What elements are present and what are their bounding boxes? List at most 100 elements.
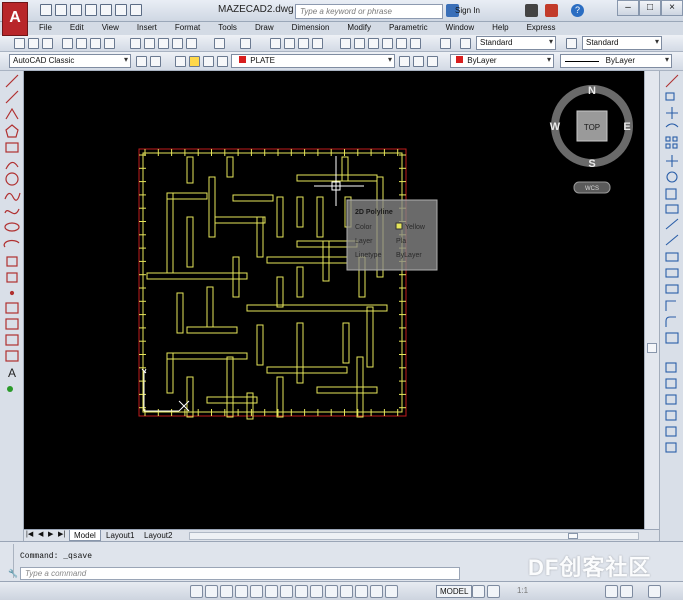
undo-icon[interactable] (115, 4, 127, 16)
quick-properties-icon[interactable] (370, 585, 383, 598)
menu-view[interactable]: View (93, 22, 128, 35)
bulb-icon[interactable] (175, 56, 186, 67)
tab-nav-prev-icon[interactable]: ◀ (38, 530, 43, 538)
undo-icon[interactable] (214, 38, 225, 49)
dynamic-ucs-icon[interactable] (310, 585, 323, 598)
wrench-icon[interactable]: 🔧 (8, 569, 18, 578)
help-icon[interactable] (440, 38, 451, 49)
grid-display-icon[interactable] (220, 585, 233, 598)
tool-palettes-icon[interactable] (368, 38, 379, 49)
text-style-select[interactable]: Standard (476, 36, 556, 50)
menu-modify[interactable]: Modify (338, 22, 380, 35)
quick-view-drawings-icon[interactable] (487, 585, 500, 598)
menu-format[interactable]: Format (166, 22, 209, 35)
search-input[interactable]: Type a keyword or phrase (295, 4, 443, 19)
annotation-scale[interactable]: 1:1 (517, 586, 528, 595)
redo-icon[interactable] (240, 38, 251, 49)
paste-icon[interactable] (158, 38, 169, 49)
scroll-thumb[interactable] (647, 343, 657, 353)
zoom-window-icon[interactable] (298, 38, 309, 49)
block-editor-icon[interactable] (186, 38, 197, 49)
menu-tools[interactable]: Tools (209, 22, 246, 35)
layer-states-icon[interactable] (427, 56, 438, 67)
tab-layout1[interactable]: Layout1 (102, 530, 138, 541)
close-button[interactable]: × (661, 0, 683, 16)
open-icon[interactable] (28, 38, 39, 49)
save-icon[interactable] (42, 38, 53, 49)
linetype-select[interactable]: ByLayer (560, 54, 672, 68)
design-center-icon[interactable] (354, 38, 365, 49)
dynamic-input-icon[interactable] (325, 585, 338, 598)
save-as-icon[interactable] (85, 4, 97, 16)
quickcalc-icon[interactable] (410, 38, 421, 49)
3d-dwf-icon[interactable] (104, 38, 115, 49)
object-snap-icon[interactable] (265, 585, 278, 598)
lineweight-icon[interactable] (340, 585, 353, 598)
menu-help[interactable]: Help (483, 22, 517, 35)
make-layer-current-icon[interactable] (399, 56, 410, 67)
plot-icon[interactable] (100, 4, 112, 16)
menu-edit[interactable]: Edit (61, 22, 93, 35)
menu-insert[interactable]: Insert (128, 22, 166, 35)
cut-icon[interactable] (130, 38, 141, 49)
toolbar-lock-icon[interactable] (620, 585, 633, 598)
layer-previous-icon[interactable] (413, 56, 424, 67)
tab-nav-next-icon[interactable]: ▶ (48, 530, 53, 538)
object-snap-tracking-icon[interactable] (295, 585, 308, 598)
polar-tracking-icon[interactable] (250, 585, 263, 598)
copy-icon[interactable] (144, 38, 155, 49)
ortho-mode-icon[interactable] (235, 585, 248, 598)
quick-view-layouts-icon[interactable] (472, 585, 485, 598)
zoom-previous-icon[interactable] (312, 38, 323, 49)
infer-constraints-icon[interactable] (190, 585, 203, 598)
sheet-set-icon[interactable] (382, 38, 393, 49)
zoom-realtime-icon[interactable] (284, 38, 295, 49)
workspace-select[interactable]: AutoCAD Classic (9, 54, 131, 68)
gear-icon[interactable] (136, 56, 147, 67)
tab-nav-first-icon[interactable]: |◀ (26, 530, 33, 538)
properties-icon[interactable] (340, 38, 351, 49)
layer-manager-icon[interactable] (150, 56, 161, 67)
tab-nav-last-icon[interactable]: ▶| (58, 530, 65, 538)
hscroll-thumb[interactable] (568, 533, 578, 539)
open-icon[interactable] (55, 4, 67, 16)
help-icon[interactable]: ? (571, 4, 584, 17)
plot-layer-icon[interactable] (217, 56, 228, 67)
menu-express[interactable]: Express (518, 22, 565, 35)
viewcube[interactable]: TOP N S E W WCS (550, 85, 633, 194)
horizontal-scrollbar[interactable] (189, 532, 639, 540)
menu-dimension[interactable]: Dimension (283, 22, 339, 35)
menu-window[interactable]: Window (437, 22, 483, 35)
selection-cycling-icon[interactable] (385, 585, 398, 598)
save-icon[interactable] (70, 4, 82, 16)
tab-layout2[interactable]: Layout2 (140, 530, 176, 541)
redo-icon[interactable] (130, 4, 142, 16)
snap-mode-icon[interactable] (205, 585, 218, 598)
community-icon[interactable] (545, 4, 558, 17)
workspace-switching-icon[interactable] (605, 585, 618, 598)
clean-screen-icon[interactable] (648, 585, 661, 598)
markup-icon[interactable] (396, 38, 407, 49)
exchange-icon[interactable] (525, 4, 538, 17)
color-select[interactable]: ByLayer (450, 54, 554, 68)
new-icon[interactable] (40, 4, 52, 16)
menu-draw[interactable]: Draw (246, 22, 283, 35)
restore-button[interactable]: □ (639, 0, 661, 16)
new-icon[interactable] (14, 38, 25, 49)
command-input[interactable]: Type a command (20, 567, 460, 580)
dim-style-select[interactable]: Standard (582, 36, 662, 50)
app-logo[interactable]: A (2, 2, 28, 36)
tab-model[interactable]: Model (69, 530, 101, 541)
sun-icon[interactable] (189, 56, 200, 67)
3d-object-snap-icon[interactable] (280, 585, 293, 598)
model-space-button[interactable]: MODEL (436, 585, 473, 598)
plot-preview-icon[interactable] (76, 38, 87, 49)
sign-in-link[interactable]: Sign In (455, 6, 480, 15)
layer-select[interactable]: PLATE (231, 54, 395, 68)
menu-file[interactable]: File (30, 22, 61, 35)
drawing-canvas[interactable]: TOP N S E W WCS 2D Polyline Color Yellow… (24, 71, 644, 529)
plot-icon[interactable] (62, 38, 73, 49)
publish-icon[interactable] (90, 38, 101, 49)
menu-parametric[interactable]: Parametric (380, 22, 437, 35)
lock-icon[interactable] (203, 56, 214, 67)
